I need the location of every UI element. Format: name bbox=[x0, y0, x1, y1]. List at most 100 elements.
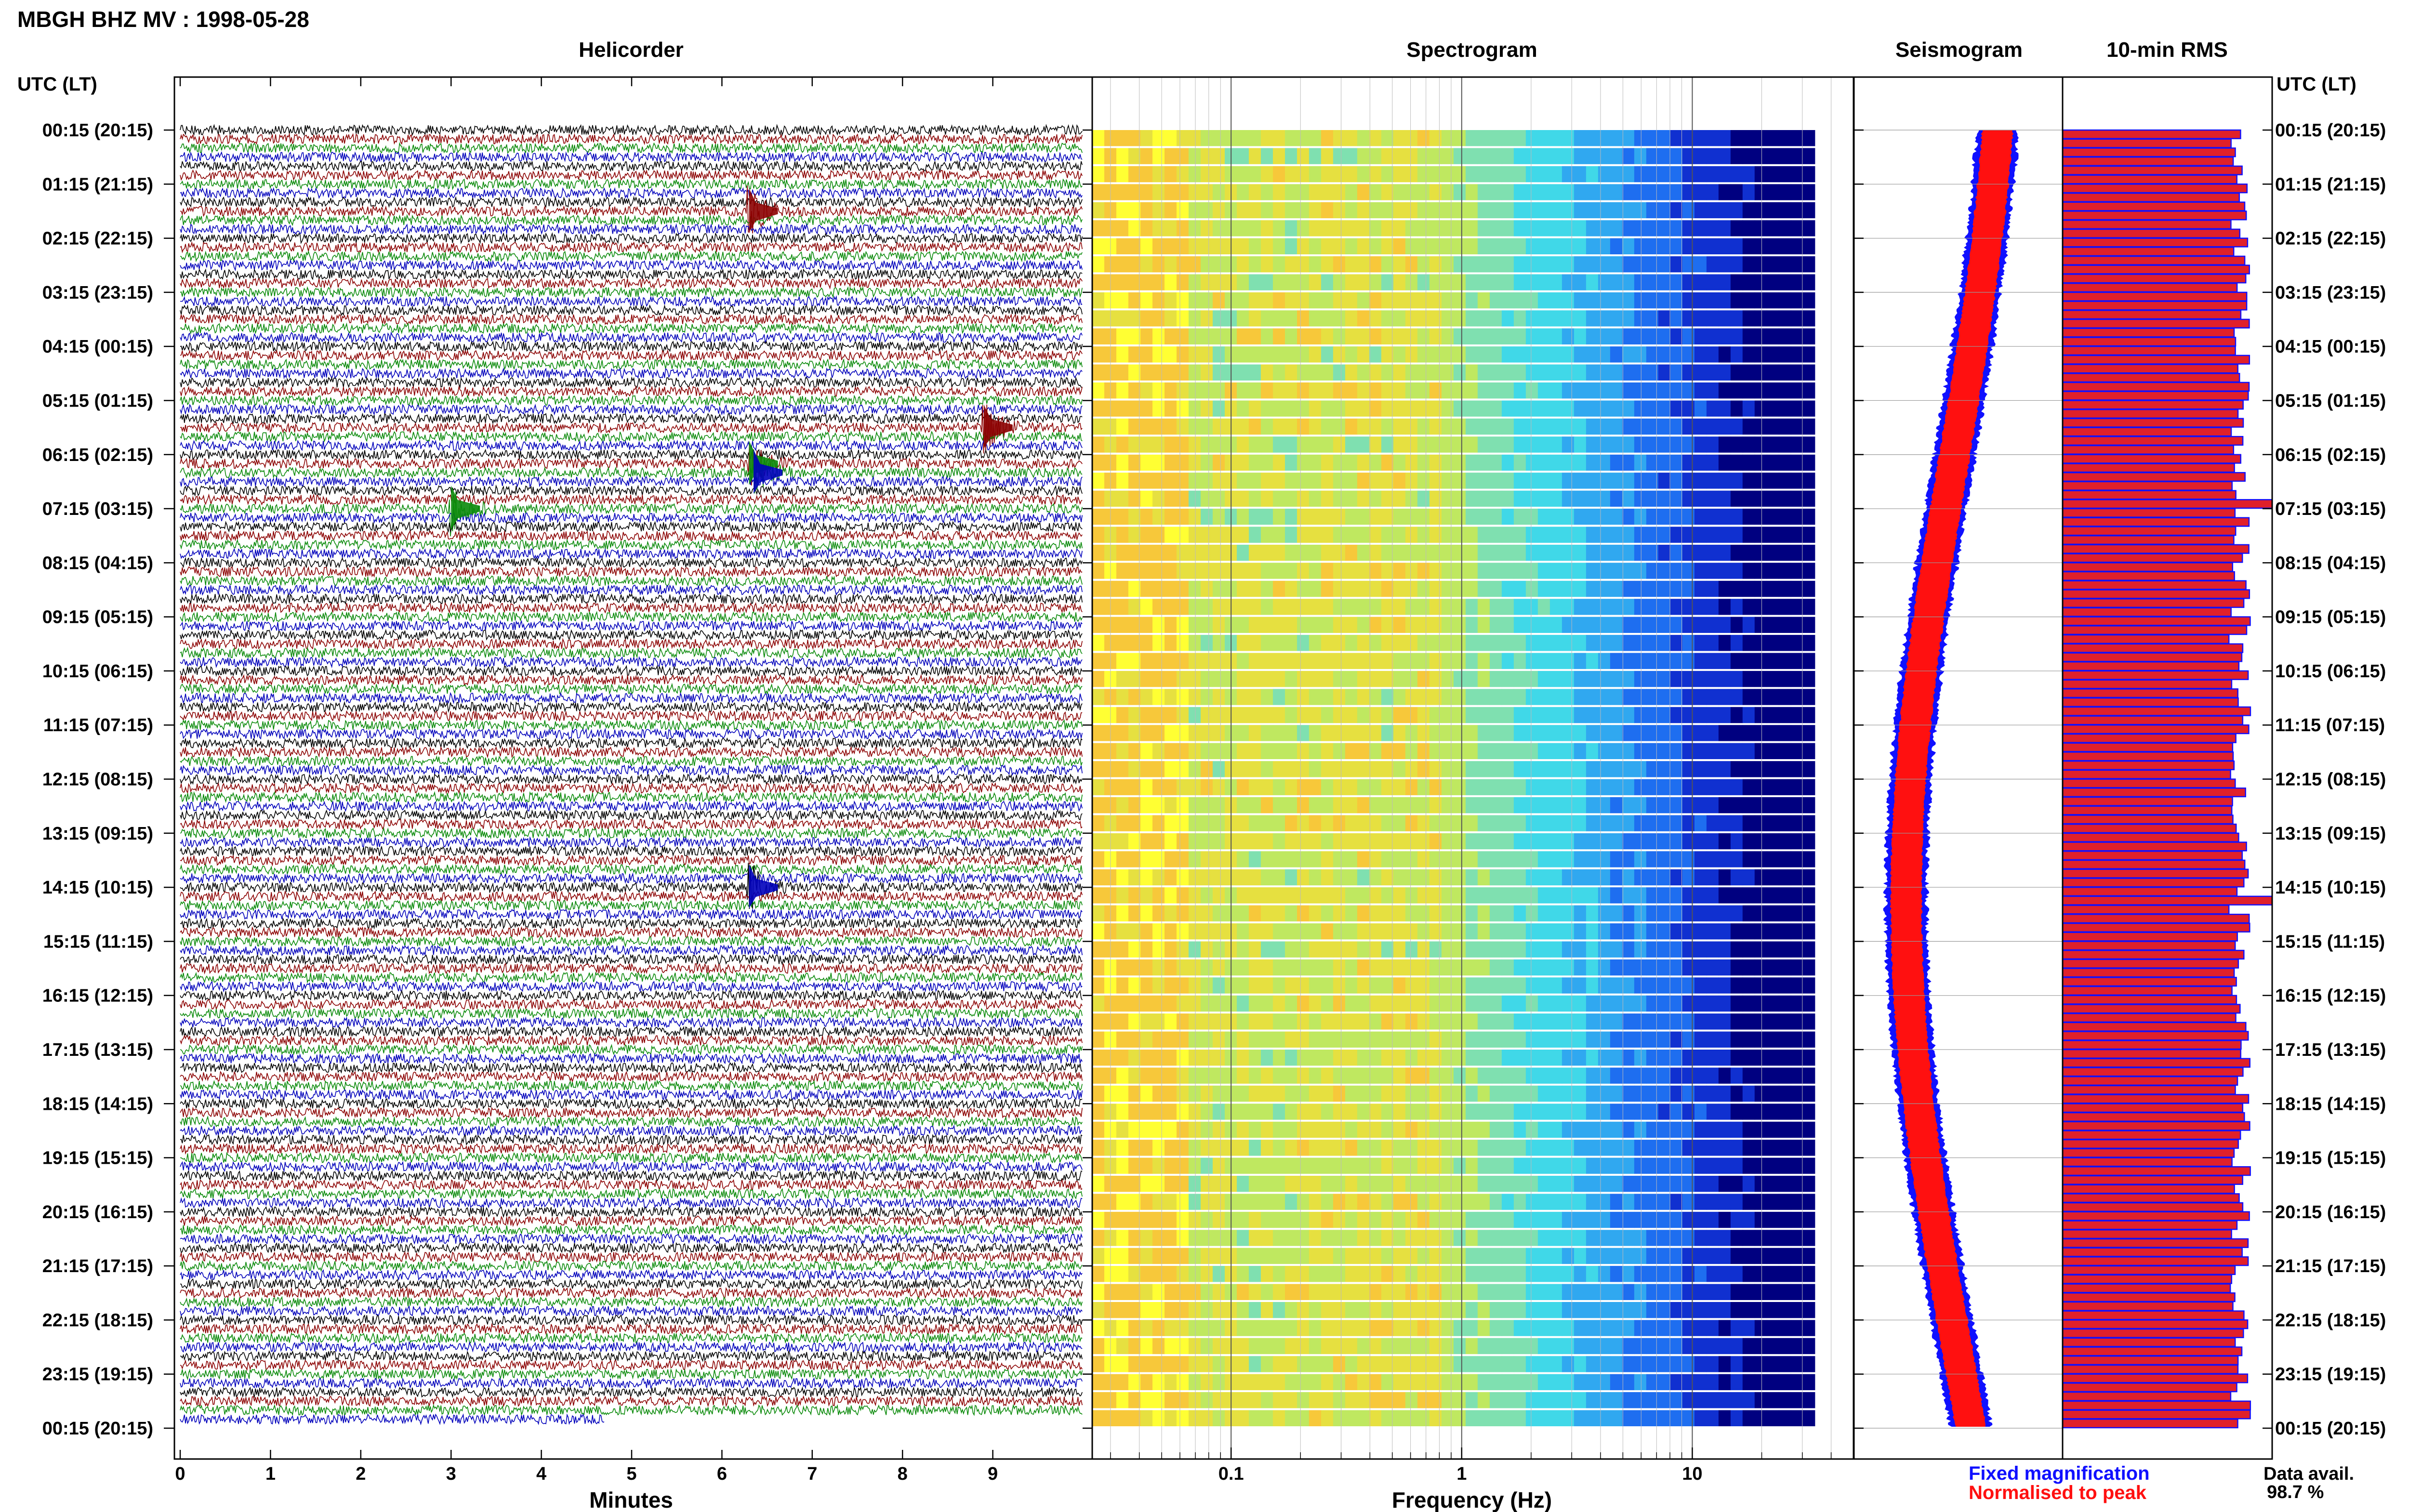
rms-bar bbox=[2063, 373, 2240, 383]
spectrogram-cell bbox=[1165, 1320, 1177, 1336]
spectrogram-cell bbox=[1237, 887, 1249, 904]
spectrogram-cell bbox=[1694, 725, 1707, 741]
spectrogram-cell bbox=[1165, 400, 1177, 417]
spectrogram-cell bbox=[1754, 563, 1767, 579]
spectrogram-cell bbox=[1417, 959, 1430, 976]
rms-bar bbox=[2063, 517, 2250, 527]
spectrogram-cell bbox=[1381, 166, 1394, 183]
spectrogram-cell bbox=[1261, 959, 1273, 976]
spectrogram-cell bbox=[1730, 544, 1743, 561]
spectrogram-cell bbox=[1201, 418, 1213, 435]
spectrogram-cell bbox=[1682, 1230, 1695, 1246]
spectrogram-cell bbox=[1754, 869, 1767, 886]
spectrogram-cell bbox=[1249, 743, 1261, 759]
spectrogram-cell bbox=[1297, 833, 1310, 850]
spectrogram-cell bbox=[1525, 1067, 1538, 1084]
rms-bar bbox=[2063, 1373, 2249, 1383]
spectrogram-cell bbox=[1706, 418, 1719, 435]
spectrogram-cell bbox=[1201, 671, 1213, 687]
spectrogram-cell bbox=[1309, 1356, 1322, 1372]
spectrogram-cell bbox=[1345, 617, 1358, 633]
spectrogram-cell bbox=[1092, 364, 1105, 381]
spectrogram-cell bbox=[1549, 382, 1562, 399]
spectrogram-cell bbox=[1706, 202, 1719, 219]
spectrogram-cell bbox=[1393, 238, 1406, 254]
spectrogram-cell bbox=[1441, 1230, 1454, 1246]
spectrogram-cell bbox=[1718, 256, 1731, 273]
spectrogram-cell bbox=[1405, 743, 1418, 759]
spectrogram-cell bbox=[1766, 490, 1779, 507]
helicorder-trace bbox=[180, 394, 1083, 407]
spectrogram-cell bbox=[1622, 671, 1635, 687]
spectrogram-cell bbox=[1598, 436, 1611, 453]
spectrogram-cell bbox=[1128, 1194, 1141, 1210]
seismogram-normalised-to-peak bbox=[1890, 130, 2014, 1427]
spectrogram-cell bbox=[1706, 1121, 1719, 1138]
spectrogram-cell bbox=[1140, 851, 1153, 868]
spectrogram-cell bbox=[1706, 1410, 1719, 1426]
spectrogram-cell bbox=[1309, 707, 1322, 723]
spectrogram-cell bbox=[1128, 869, 1141, 886]
spectrogram-cell bbox=[1694, 346, 1707, 363]
spectrogram-cell bbox=[1417, 1338, 1430, 1354]
spectrogram-cell bbox=[1405, 454, 1418, 471]
spectrogram-cell bbox=[1465, 436, 1478, 453]
spectrogram-cell bbox=[1177, 707, 1189, 723]
spectrogram-cell bbox=[1140, 563, 1153, 579]
spectrogram-cell bbox=[1345, 382, 1358, 399]
spectrogram-cell bbox=[1598, 689, 1611, 705]
spectrogram-cell bbox=[1598, 130, 1611, 146]
spectrogram-cell bbox=[1513, 1085, 1526, 1102]
spectrogram-cell bbox=[1658, 725, 1671, 741]
spectrogram-cell bbox=[1321, 635, 1334, 651]
spectrogram-cell bbox=[1598, 1176, 1611, 1192]
spectrogram-cell bbox=[1116, 977, 1129, 994]
spectrogram-cell bbox=[1501, 797, 1514, 814]
spectrogram-cell bbox=[1309, 815, 1322, 831]
spectrogram-cell bbox=[1754, 815, 1767, 831]
spectrogram-cell bbox=[1357, 148, 1370, 164]
spectrogram-cell bbox=[1598, 148, 1611, 164]
spectrogram-cell bbox=[1537, 869, 1550, 886]
spectrogram-cell bbox=[1381, 400, 1394, 417]
time-label-right: 04:15 (00:15) bbox=[2275, 337, 2386, 357]
helicorder-trace bbox=[180, 1133, 1083, 1146]
spectrogram-cell bbox=[1321, 599, 1334, 615]
spectrogram-cell bbox=[1489, 1392, 1502, 1408]
spectrogram-cell bbox=[1116, 1031, 1129, 1048]
rms-bar bbox=[2063, 301, 2248, 311]
spectrogram-cell bbox=[1574, 220, 1587, 237]
spectrogram-cell bbox=[1140, 400, 1153, 417]
spectrogram-cell bbox=[1537, 509, 1550, 525]
spectrogram-cell bbox=[1802, 599, 1815, 615]
spectrogram-cell bbox=[1381, 1230, 1394, 1246]
spectrogram-cell bbox=[1429, 1013, 1442, 1030]
spectrogram-cell bbox=[1381, 1320, 1394, 1336]
spectrogram-cell bbox=[1622, 1302, 1635, 1318]
time-label-left: 08:15 (04:15) bbox=[42, 553, 153, 573]
spectrogram-cell bbox=[1357, 364, 1370, 381]
spectrogram-cell bbox=[1790, 689, 1803, 705]
spectrogram-cell bbox=[1345, 1194, 1358, 1210]
spectrogram-cell bbox=[1357, 617, 1370, 633]
helicorder-trace bbox=[180, 719, 1083, 732]
spectrogram-cell bbox=[1549, 1284, 1562, 1300]
spectrogram-cell bbox=[1610, 1230, 1623, 1246]
spectrogram-cell bbox=[1441, 418, 1454, 435]
spectrogram-cell bbox=[1213, 130, 1225, 146]
spectrogram-cell bbox=[1273, 1085, 1285, 1102]
spectrogram-cell bbox=[1658, 1302, 1671, 1318]
spectrogram-cell bbox=[1213, 1266, 1225, 1282]
time-label-left: 05:15 (01:15) bbox=[42, 391, 153, 411]
spectrogram-cell bbox=[1610, 1356, 1623, 1372]
spectrogram-cell bbox=[1706, 905, 1719, 921]
rms-bar bbox=[2063, 192, 2240, 202]
spectrogram-cell bbox=[1177, 1013, 1189, 1030]
spectrogram-cell bbox=[1369, 274, 1382, 290]
spectrogram-cell bbox=[1345, 995, 1358, 1012]
spectrogram-cell bbox=[1369, 1031, 1382, 1048]
spectrogram-cell bbox=[1152, 1067, 1165, 1084]
spectrogram-cell bbox=[1525, 364, 1538, 381]
spectrogram-cell bbox=[1658, 1050, 1671, 1066]
spectrogram-cell bbox=[1730, 238, 1743, 254]
